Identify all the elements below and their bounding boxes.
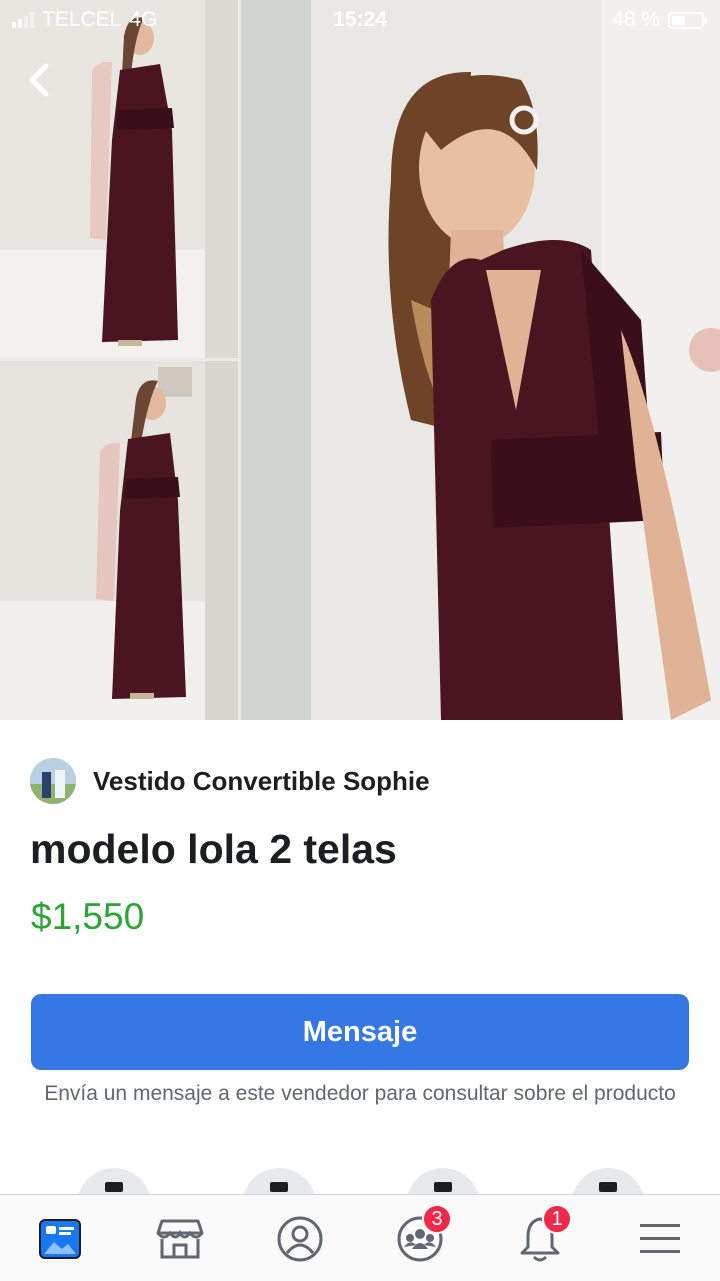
news-feed-icon [39, 1219, 81, 1259]
action-button-1[interactable] [77, 1168, 151, 1196]
battery-percent: 48 % [612, 8, 660, 31]
listing-title: modelo lola 2 telas [30, 826, 397, 872]
action-button-3[interactable] [406, 1168, 480, 1196]
action-button-4[interactable] [571, 1168, 645, 1196]
product-photo-1[interactable] [0, 0, 238, 358]
message-button[interactable]: Mensaje [31, 994, 689, 1070]
listing-price: $1,550 [31, 896, 145, 937]
tab-menu[interactable] [630, 1213, 690, 1265]
product-photo-main[interactable] [241, 0, 720, 720]
profile-icon [277, 1216, 323, 1262]
tab-groups[interactable]: 3 [390, 1204, 452, 1265]
marketplace-icon [156, 1219, 204, 1259]
bottom-tab-bar: 3 1 [0, 1194, 720, 1281]
tab-marketplace[interactable] [150, 1213, 210, 1265]
battery-icon [668, 11, 707, 29]
tab-notifications[interactable]: 1 [510, 1204, 572, 1265]
product-photo-2[interactable] [0, 361, 238, 720]
chevron-left-icon [29, 63, 49, 97]
seller-name[interactable]: Vestido Convertible Sophie [93, 766, 430, 797]
notifications-badge: 1 [542, 1204, 572, 1234]
tab-news-feed[interactable] [30, 1213, 90, 1265]
seller-avatar[interactable] [30, 758, 76, 804]
back-button[interactable] [22, 60, 58, 100]
action-buttons-row [0, 1168, 720, 1196]
message-helper-text: Envía un mensaje a este vendedor para co… [44, 1082, 676, 1105]
photo-gallery[interactable] [0, 0, 720, 720]
seller-row[interactable]: Vestido Convertible Sophie [30, 758, 430, 804]
status-bar: TELCEL 4G 15:24 48 % [0, 0, 720, 40]
tab-profile[interactable] [270, 1213, 330, 1265]
battery-info: 48 % [612, 8, 707, 32]
groups-badge: 3 [422, 1204, 452, 1234]
menu-icon [640, 1224, 680, 1253]
action-button-2[interactable] [242, 1168, 316, 1196]
